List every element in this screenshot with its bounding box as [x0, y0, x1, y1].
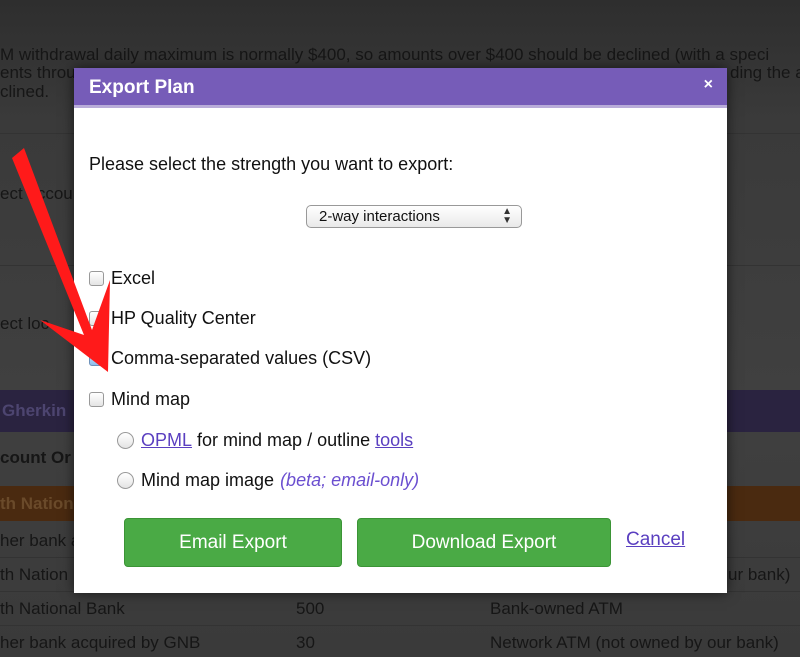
red-arrow-icon — [12, 148, 110, 372]
